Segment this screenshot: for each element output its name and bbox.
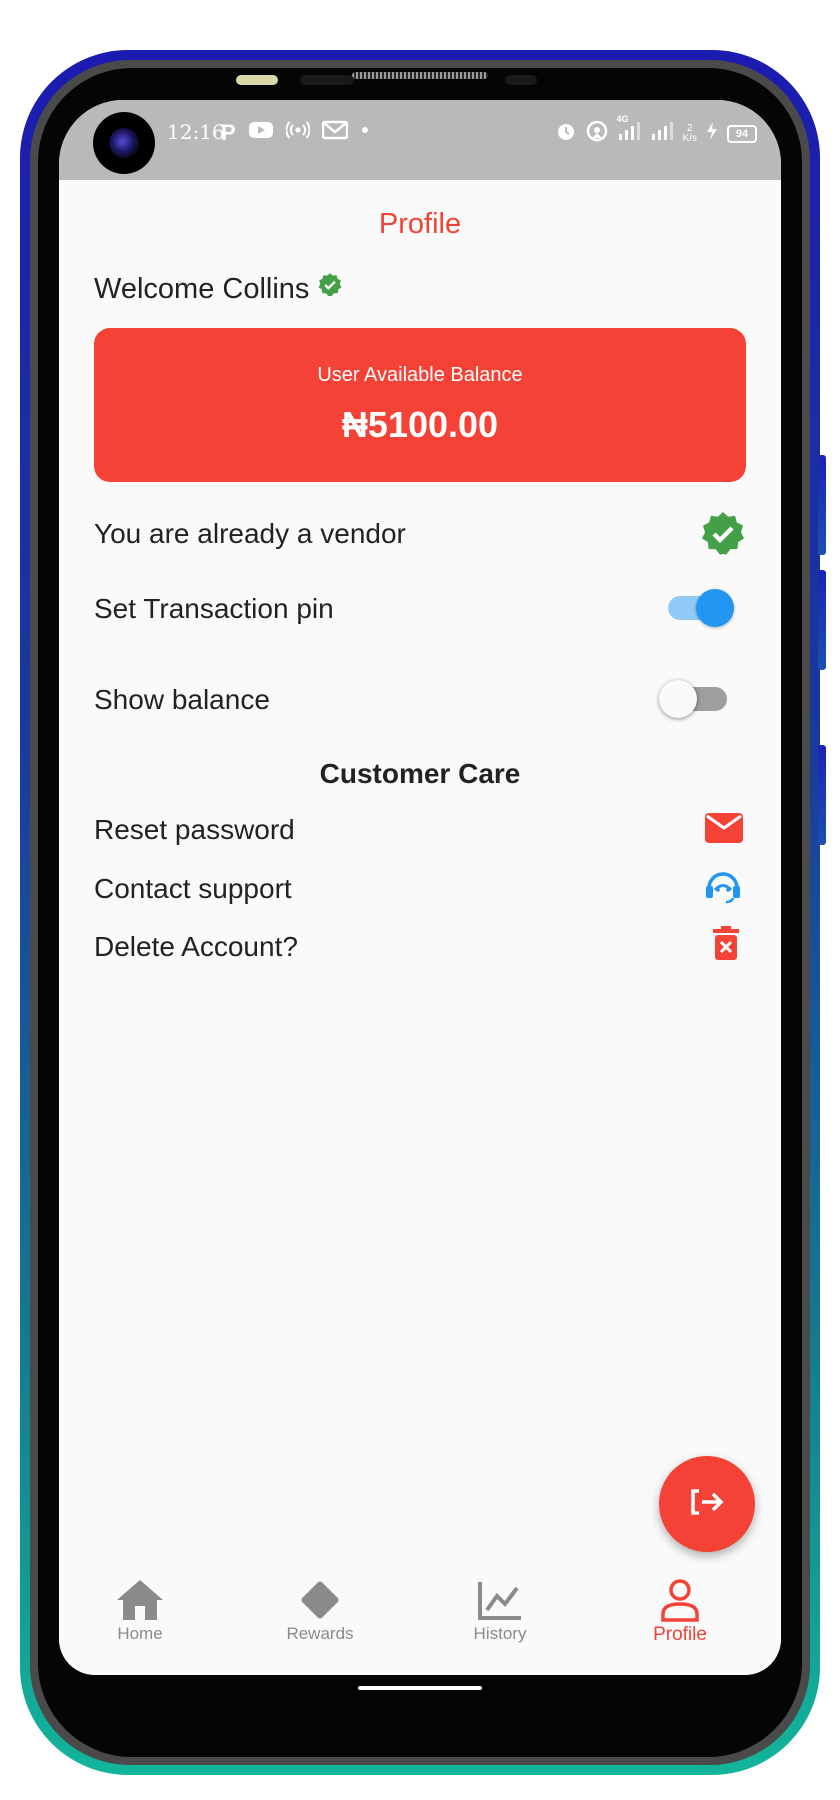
chart-icon xyxy=(430,1578,570,1622)
hotspot-icon xyxy=(285,120,311,145)
delete-account-label[interactable]: Delete Account? xyxy=(94,931,298,963)
sensor-slot xyxy=(505,75,537,85)
volume-up-button xyxy=(818,455,826,555)
location-icon xyxy=(586,120,608,147)
person-icon xyxy=(610,1578,750,1622)
bottom-navigation: Home Rewards History Profile xyxy=(59,1570,781,1675)
transaction-pin-toggle[interactable] xyxy=(668,589,734,627)
delete-icon[interactable] xyxy=(713,926,739,965)
support-agent-icon[interactable] xyxy=(704,868,742,909)
gesture-home-bar[interactable] xyxy=(358,1686,482,1690)
customer-care-title: Customer Care xyxy=(319,758,521,789)
dot-icon xyxy=(360,120,370,145)
charging-icon xyxy=(706,120,718,147)
nav-label-history: History xyxy=(473,1624,527,1643)
network-speed: 2 K/s xyxy=(682,123,697,144)
transaction-pin-label: Set Transaction pin xyxy=(94,593,334,624)
earpiece-grille xyxy=(352,72,488,79)
sensor-slot xyxy=(300,75,354,85)
logout-button[interactable] xyxy=(659,1456,755,1552)
nav-item-history[interactable]: History xyxy=(430,1578,570,1644)
nav-label-rewards: Rewards xyxy=(286,1624,354,1643)
network-type: 4G xyxy=(616,114,629,124)
youtube-icon xyxy=(248,120,274,145)
volume-down-button xyxy=(818,570,826,670)
signal-icon: 4G xyxy=(617,114,641,147)
nav-item-rewards[interactable]: Rewards xyxy=(250,1578,390,1644)
mail-icon[interactable] xyxy=(705,813,743,848)
signal-icon xyxy=(650,120,674,147)
page-title: Profile xyxy=(378,208,462,240)
balance-card: User Available Balance ₦5100.00 xyxy=(94,328,746,482)
home-icon xyxy=(70,1578,210,1622)
verified-badge-icon xyxy=(317,272,343,306)
balance-label: User Available Balance xyxy=(317,364,523,386)
show-balance-toggle[interactable] xyxy=(659,680,727,718)
alarm-icon xyxy=(555,120,577,147)
parking-icon: P xyxy=(221,119,236,145)
verified-badge-icon xyxy=(699,510,747,563)
nav-label-home: Home xyxy=(117,1624,163,1643)
status-time: 12:16 xyxy=(167,120,225,144)
welcome-row: Welcome Collins xyxy=(94,272,343,306)
logout-icon xyxy=(689,1488,725,1521)
nav-item-profile[interactable]: Profile xyxy=(610,1578,750,1646)
reset-password-label[interactable]: Reset password xyxy=(94,814,295,846)
balance-amount: ₦5100.00 xyxy=(341,404,499,445)
network-speed-unit: K/s xyxy=(682,132,697,144)
diamond-icon xyxy=(250,1578,390,1622)
nav-item-home[interactable]: Home xyxy=(70,1578,210,1644)
gmail-icon xyxy=(321,120,348,145)
power-button xyxy=(818,745,826,845)
vendor-status-label: You are already a vendor xyxy=(94,518,406,549)
battery-indicator: 94 xyxy=(727,124,757,143)
app-screen: 12:16 P 4G 2 K/s 94 Profile Welcome Coll… xyxy=(59,100,781,1675)
front-camera xyxy=(93,112,155,174)
proximity-sensor xyxy=(236,75,278,85)
show-balance-label: Show balance xyxy=(94,684,270,715)
welcome-text: Welcome Collins xyxy=(94,272,310,305)
nav-label-profile: Profile xyxy=(653,1624,707,1645)
status-bar: 12:16 P 4G 2 K/s 94 xyxy=(59,100,781,180)
contact-support-label[interactable]: Contact support xyxy=(94,873,292,905)
